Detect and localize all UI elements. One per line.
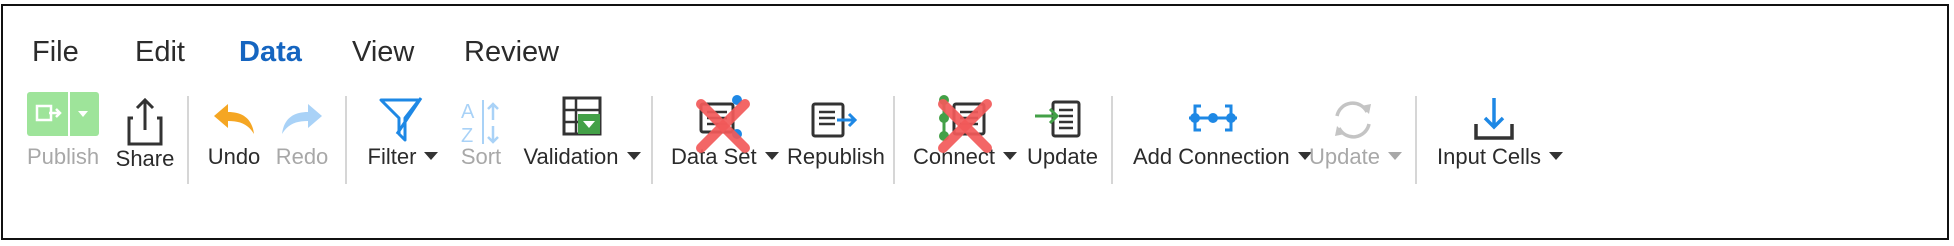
filter-label: Filter bbox=[365, 144, 441, 170]
redo-icon bbox=[282, 104, 322, 134]
republish-button[interactable]: Republish bbox=[787, 102, 885, 214]
filter-button[interactable]: Filter bbox=[365, 97, 441, 214]
update-connection-label: Update bbox=[1309, 144, 1402, 170]
svg-text:A: A bbox=[461, 101, 475, 123]
toolbar-separator bbox=[187, 96, 189, 184]
undo-label: Undo bbox=[207, 144, 261, 169]
input-cells-icon bbox=[1474, 98, 1514, 140]
sort-az-icon: A Z bbox=[461, 100, 499, 147]
toolbar-separator bbox=[651, 96, 653, 184]
undo-icon bbox=[214, 104, 254, 134]
input-cells-button[interactable]: Input Cells bbox=[1437, 98, 1563, 214]
menu-file[interactable]: File bbox=[32, 36, 79, 69]
data-set-label: Data Set bbox=[671, 144, 779, 170]
publish-button[interactable]: Publish bbox=[27, 92, 100, 214]
add-connection-icon bbox=[1189, 104, 1237, 132]
connect-label: Connect bbox=[913, 144, 1017, 170]
menu-review[interactable]: Review bbox=[464, 36, 559, 69]
validation-label: Validation bbox=[523, 144, 641, 170]
filter-icon bbox=[379, 97, 423, 142]
validation-dropdown-caret bbox=[626, 152, 641, 161]
filter-dropdown-caret bbox=[424, 152, 439, 161]
toolbar-separator bbox=[893, 96, 895, 184]
share-icon bbox=[127, 97, 163, 146]
republish-icon bbox=[811, 102, 858, 138]
update-connection-dropdown-caret bbox=[1387, 152, 1402, 161]
data-set-icon bbox=[699, 95, 742, 139]
republish-label: Republish bbox=[787, 144, 885, 169]
sort-label: Sort bbox=[460, 144, 502, 169]
update-icon bbox=[1035, 100, 1081, 138]
toolbar-separator bbox=[1415, 96, 1417, 184]
app-frame: File Edit Data View Review Publish Share… bbox=[1, 4, 1949, 240]
input-cells-label: Input Cells bbox=[1437, 144, 1563, 170]
input-cells-dropdown-caret bbox=[1548, 152, 1563, 161]
connect-button[interactable]: Connect bbox=[913, 95, 1017, 214]
data-set-button[interactable]: Data Set bbox=[671, 95, 779, 214]
redo-label: Redo bbox=[275, 144, 329, 169]
share-button[interactable]: Share bbox=[115, 97, 175, 214]
data-set-dropdown-caret bbox=[764, 152, 779, 161]
connect-dropdown-caret bbox=[1002, 152, 1017, 161]
menu-data[interactable]: Data bbox=[239, 36, 302, 69]
menu-view[interactable]: View bbox=[352, 36, 414, 69]
sort-button[interactable]: A Z Sort bbox=[453, 100, 509, 214]
connect-icon bbox=[939, 95, 986, 141]
validation-button[interactable]: Validation bbox=[523, 96, 641, 214]
add-connection-button[interactable]: Add Connection bbox=[1133, 104, 1312, 214]
refresh-icon bbox=[1335, 101, 1371, 139]
undo-button[interactable]: Undo bbox=[203, 104, 265, 214]
validation-icon bbox=[562, 96, 602, 136]
update-label: Update bbox=[1027, 144, 1098, 169]
update-button[interactable]: Update bbox=[1027, 100, 1098, 214]
add-connection-label: Add Connection bbox=[1133, 144, 1312, 170]
publish-label: Publish bbox=[27, 144, 100, 169]
toolbar-separator bbox=[345, 96, 347, 184]
update-connection-button[interactable]: Update bbox=[1309, 101, 1402, 214]
redo-button[interactable]: Redo bbox=[271, 104, 333, 214]
toolbar-separator bbox=[1111, 96, 1113, 184]
share-label: Share bbox=[115, 146, 175, 171]
menu-edit[interactable]: Edit bbox=[135, 36, 185, 69]
publish-icon bbox=[27, 92, 99, 136]
